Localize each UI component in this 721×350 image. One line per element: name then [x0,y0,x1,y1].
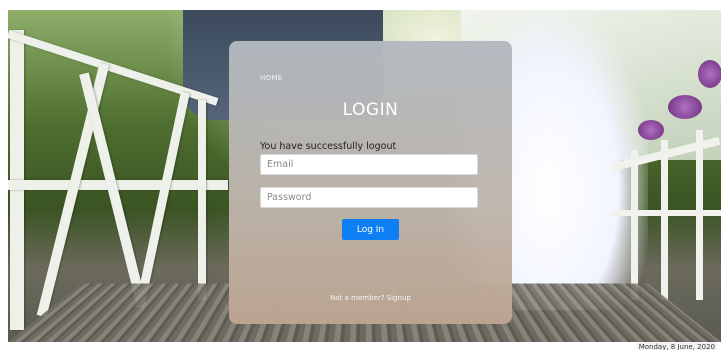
background-flowers [698,60,721,88]
home-link[interactable]: HOME [260,74,282,82]
login-panel: HOME LOGIN You have successfully logout … [229,41,512,324]
date-stamp: Monday, 8 June, 2020 [636,342,717,350]
page-title: LOGIN [342,100,399,120]
background-right-railing [611,120,721,300]
email-field[interactable] [260,154,478,175]
logout-message: You have successfully logout [260,141,397,152]
signup-link[interactable]: Not a member? Signup [229,294,512,302]
background-flowers [638,120,664,140]
login-button[interactable]: Log In [342,219,399,240]
background-flowers [668,95,702,119]
password-field[interactable] [260,187,478,208]
